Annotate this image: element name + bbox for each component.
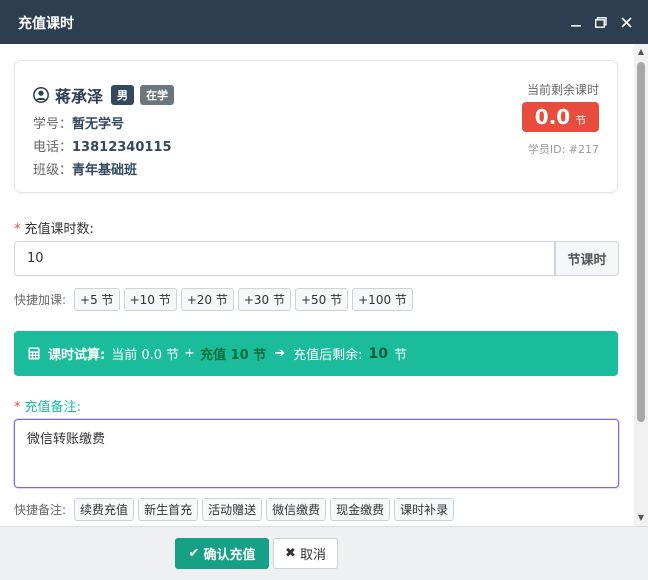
calc-title: 课时试算:: [48, 348, 106, 363]
quick-note-first-charge-button[interactable]: 新生首充: [138, 498, 199, 521]
quick-note-label: 快捷备注:: [14, 503, 67, 517]
cancel-button[interactable]: ✖ 取消: [273, 538, 338, 569]
check-icon: ✔: [188, 546, 200, 561]
quick-note-row: 快捷备注: 续费充值 新生首充 活动赠送 微信缴费 现金缴费 课时补录: [14, 498, 458, 521]
class-line: 班级：青年基础班: [33, 159, 137, 178]
hours-input[interactable]: [14, 241, 555, 276]
phone-label: 电话：: [33, 140, 73, 155]
window-titlebar: 充值课时: [0, 0, 648, 44]
quick-add-20-button[interactable]: +20 节: [180, 288, 234, 311]
note-textarea[interactable]: 微信转账缴费: [14, 419, 619, 488]
calc-after-value: 10: [368, 345, 388, 362]
quick-note-wechat-button[interactable]: 微信缴费: [266, 498, 327, 521]
required-mark: *: [14, 222, 21, 237]
scroll-down-icon[interactable]: ▼: [637, 514, 645, 522]
dialog-footer: ✔ 确认充值 ✖ 取消: [0, 526, 648, 580]
gender-badge: 男: [111, 85, 135, 105]
quick-add-10-button[interactable]: +10 节: [123, 288, 177, 311]
class-label: 班级：: [33, 163, 73, 178]
quick-note-cash-button[interactable]: 现金缴费: [330, 498, 391, 521]
hours-label-text: 充值课时数:: [24, 222, 94, 237]
hours-field-label: * 充值课时数:: [14, 218, 94, 237]
scrollbar-thumb[interactable]: [637, 62, 645, 422]
arrow-right-icon: ➔: [274, 346, 286, 361]
confirm-recharge-button[interactable]: ✔ 确认充值: [175, 538, 269, 569]
quick-add-row: 快捷加课: +5 节 +10 节 +20 节 +30 节 +50 节 +100 …: [14, 288, 417, 311]
dialog-body: 蒋承泽 男 在学 学号：暂无学号 电话：13812340115 班级：青年基础班…: [0, 44, 634, 526]
student-name-row: 蒋承泽 男 在学: [33, 83, 180, 107]
remaining-hours-value: 0.0: [534, 105, 571, 129]
calc-current: 当前 0.0 节: [111, 348, 180, 363]
calc-after-unit: 节: [394, 348, 408, 363]
phone-value: 13812340115: [72, 140, 172, 155]
class-value: 青年基础班: [72, 163, 138, 178]
user-circle-icon: [33, 87, 49, 103]
hours-unit-addon: 节课时: [555, 241, 619, 276]
student-id: 学员ID: #217: [527, 143, 599, 156]
remaining-hours-label: 当前剩余课时: [526, 83, 599, 97]
confirm-label: 确认充值: [203, 548, 256, 563]
calc-after-label: 充值后剩余:: [293, 348, 363, 363]
note-label-text: 充值备注:: [24, 400, 81, 415]
status-badge: 在学: [140, 85, 175, 105]
scroll-up-icon[interactable]: ▲: [637, 48, 645, 56]
quick-add-50-button[interactable]: +50 节: [294, 288, 349, 311]
remaining-hours-unit: 节: [575, 114, 587, 127]
quick-add-label: 快捷加课:: [14, 293, 67, 307]
minimize-icon[interactable]: [566, 12, 586, 32]
quick-note-makeup-button[interactable]: 课时补录: [394, 498, 455, 521]
student-number-line: 学号：暂无学号: [33, 113, 124, 132]
hours-calculation-banner: 课时试算: 当前 0.0 节 + 充值 10 节 ➔ 充值后剩余: 10 节: [14, 331, 618, 376]
student-number-value: 暂无学号: [72, 117, 125, 132]
student-card: 蒋承泽 男 在学 学号：暂无学号 电话：13812340115 班级：青年基础班…: [14, 60, 618, 193]
required-mark: *: [14, 400, 21, 415]
phone-line: 电话：13812340115: [33, 136, 172, 155]
close-icon[interactable]: [616, 12, 636, 32]
vertical-scrollbar[interactable]: ▲ ▼: [634, 44, 648, 526]
quick-add-100-button[interactable]: +100 节: [352, 288, 413, 311]
student-name: 蒋承泽: [55, 87, 104, 106]
quick-add-5-button[interactable]: +5 节: [74, 288, 120, 311]
quick-note-renew-button[interactable]: 续费充值: [74, 498, 135, 521]
student-number-label: 学号：: [33, 117, 73, 132]
note-field-label: * 充值备注:: [14, 396, 81, 415]
remaining-hours-badge: 0.0 节: [522, 102, 599, 132]
close-icon: ✖: [285, 546, 296, 561]
window-title: 充值课时: [18, 16, 74, 32]
cancel-label: 取消: [299, 548, 326, 563]
calc-plus: +: [184, 346, 196, 361]
calculator-icon: [28, 347, 40, 360]
quick-note-gift-button[interactable]: 活动赠送: [202, 498, 263, 521]
maximize-icon[interactable]: [591, 12, 611, 32]
calc-recharge: 充值 10 节: [200, 348, 267, 363]
quick-add-30-button[interactable]: +30 节: [237, 288, 291, 311]
